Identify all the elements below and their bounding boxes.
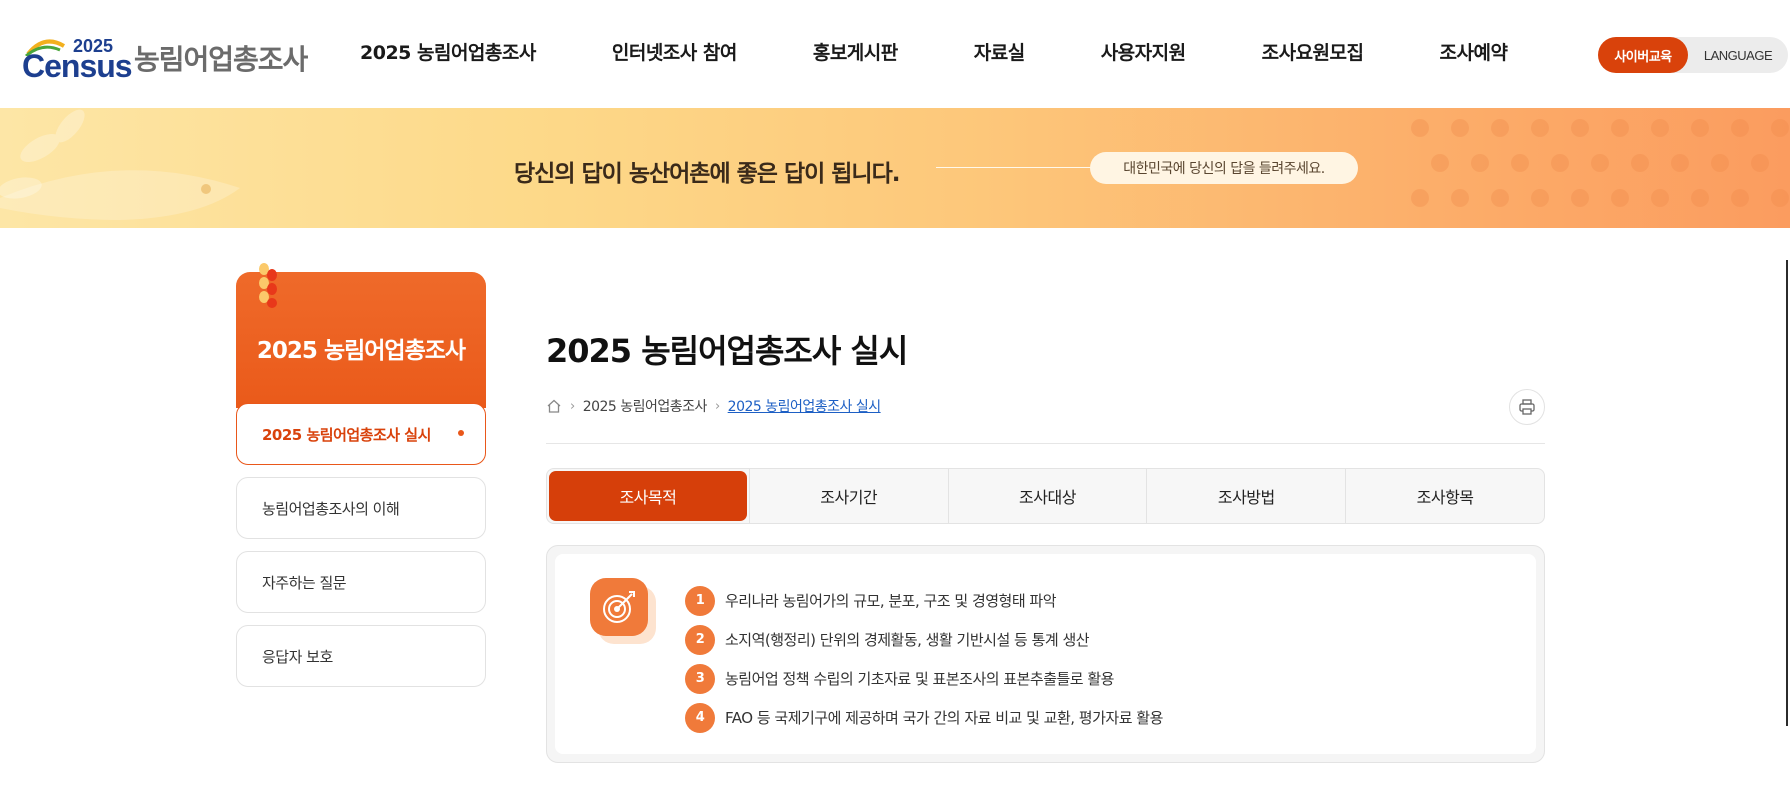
list-item: 1 우리나라 농림어가의 규모, 분포, 구조 및 경영형태 파악 bbox=[685, 581, 1163, 620]
sidebar-item-respondent-protection[interactable]: 응답자 보호 bbox=[236, 625, 486, 687]
sidebar-item-faq[interactable]: 자주하는 질문 bbox=[236, 551, 486, 613]
sidebar-item-census-conduct[interactable]: 2025 농림어업총조사 실시 bbox=[236, 403, 486, 465]
cyber-education-button[interactable]: 사이버교육 bbox=[1598, 37, 1688, 73]
site-header: 2025 Census 농림어업총조사 2025 농림어업총조사 인터넷조사 참… bbox=[0, 0, 1790, 108]
sidebar-item-label: 응답자 보호 bbox=[262, 647, 333, 666]
purpose-text: 농림어업 정책 수립의 기초자료 및 표본조사의 표본추출틀로 활용 bbox=[725, 670, 1114, 688]
nav-item-reservation[interactable]: 조사예약 bbox=[1440, 38, 1508, 65]
nav-item-census[interactable]: 2025 농림어업총조사 bbox=[360, 38, 536, 65]
banner-subtitle-pill: 대한민국에 당신의 답을 들려주세요. bbox=[1090, 152, 1358, 184]
chevron-right-icon: › bbox=[714, 398, 720, 414]
sidebar-item-understanding[interactable]: 농림어업총조사의 이해 bbox=[236, 477, 486, 539]
list-item: 2 소지역(행정리) 단위의 경제활동, 생활 기반시설 등 통계 생산 bbox=[685, 620, 1163, 659]
purpose-text: 우리나라 농림어가의 규모, 분포, 구조 및 경영형태 파악 bbox=[725, 592, 1057, 610]
nav-item-recruit[interactable]: 조사요원모집 bbox=[1262, 38, 1364, 65]
sidebar-title: 2025 농림어업총조사 bbox=[256, 338, 466, 364]
active-dot-icon bbox=[458, 430, 464, 436]
chevron-right-icon: › bbox=[570, 398, 575, 414]
language-button[interactable]: LANGUAGE bbox=[1688, 48, 1788, 63]
list-item: 4 FAO 등 국제기구에 제공하며 국가 간의 자료 비교 및 교환, 평가자… bbox=[685, 698, 1163, 737]
census-logo-mark: 2025 Census bbox=[22, 34, 133, 84]
breadcrumb: › 2025 농림어업총조사 › 2025 농림어업총조사 실시 bbox=[546, 396, 881, 416]
number-badge: 4 bbox=[685, 702, 715, 733]
print-icon bbox=[1519, 399, 1535, 415]
print-button[interactable] bbox=[1509, 389, 1545, 425]
sidebar-item-label: 자주하는 질문 bbox=[262, 573, 347, 592]
list-item: 3 농림어업 정책 수립의 기초자료 및 표본조사의 표본추출틀로 활용 bbox=[685, 659, 1163, 698]
nav-item-user-support[interactable]: 사용자지원 bbox=[1101, 38, 1186, 65]
site-logo[interactable]: 2025 Census 농림어업총조사 bbox=[22, 30, 308, 84]
logo-title: 농림어업총조사 bbox=[134, 43, 308, 76]
banner-slogan: 당신의 답이 농산어촌에 좋은 답이 됩니다. bbox=[514, 161, 900, 187]
nav-item-archive[interactable]: 자료실 bbox=[974, 38, 1025, 65]
sidebar-item-label: 농림어업총조사의 이해 bbox=[262, 499, 400, 518]
nav-item-internet-survey[interactable]: 인터넷조사 참여 bbox=[612, 38, 737, 65]
purpose-text: FAO 등 국제기구에 제공하며 국가 간의 자료 비교 및 교환, 평가자료 … bbox=[725, 709, 1163, 727]
purpose-panel-inner: 1 우리나라 농림어가의 규모, 분포, 구조 및 경영형태 파악 2 소지역(… bbox=[555, 554, 1536, 754]
tab-purpose[interactable]: 조사목적 bbox=[549, 471, 747, 521]
tab-method[interactable]: 조사방법 bbox=[1146, 469, 1345, 523]
sidebar-item-label: 2025 농림어업총조사 실시 bbox=[262, 425, 431, 444]
logo-word: Census bbox=[22, 48, 133, 84]
nav-item-promotion-board[interactable]: 홍보게시판 bbox=[813, 38, 898, 65]
purpose-panel: 1 우리나라 농림어가의 규모, 분포, 구조 및 경영형태 파악 2 소지역(… bbox=[546, 545, 1545, 763]
number-badge: 1 bbox=[685, 585, 715, 616]
purpose-text: 소지역(행정리) 단위의 경제활동, 생활 기반시설 등 통계 생산 bbox=[725, 631, 1090, 649]
page-title: 2025 농림어업총조사 실시 bbox=[546, 332, 908, 370]
number-badge: 3 bbox=[685, 663, 715, 694]
title-divider bbox=[546, 443, 1545, 444]
tab-target[interactable]: 조사대상 bbox=[947, 469, 1147, 523]
main-nav: 2025 농림어업총조사 인터넷조사 참여 홍보게시판 자료실 사용자지원 조사… bbox=[360, 38, 1508, 65]
page-scrollbar[interactable] bbox=[1786, 260, 1788, 726]
purpose-list: 1 우리나라 농림어가의 규모, 분포, 구조 및 경영형태 파악 2 소지역(… bbox=[685, 581, 1163, 737]
target-icon bbox=[590, 578, 656, 644]
tab-bar: 조사목적 조사기간 조사대상 조사방법 조사항목 bbox=[546, 468, 1545, 524]
number-badge: 2 bbox=[685, 624, 715, 655]
utility-toggle: 사이버교육 LANGUAGE bbox=[1598, 37, 1788, 73]
breadcrumb-current[interactable]: 2025 농림어업총조사 실시 bbox=[728, 396, 881, 416]
sub-banner: 당신의 답이 농산어촌에 좋은 답이 됩니다. 대한민국에 당신의 답을 들려주… bbox=[0, 108, 1790, 228]
grain-icon bbox=[259, 263, 277, 308]
banner-divider-line bbox=[936, 167, 1092, 168]
breadcrumb-item[interactable]: 2025 농림어업총조사 bbox=[583, 396, 708, 416]
home-icon[interactable] bbox=[546, 398, 562, 414]
tab-period[interactable]: 조사기간 bbox=[748, 469, 948, 523]
tab-items[interactable]: 조사항목 bbox=[1345, 469, 1544, 523]
